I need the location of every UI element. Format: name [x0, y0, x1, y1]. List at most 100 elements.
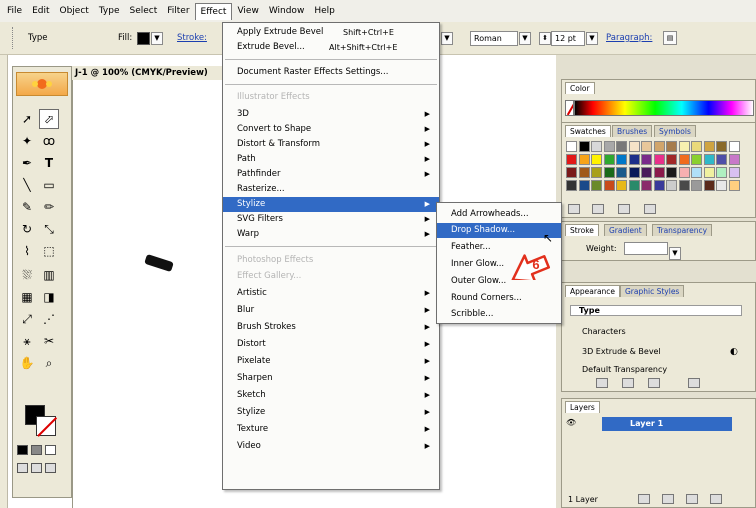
swatch[interactable] — [628, 180, 640, 191]
swatch[interactable] — [591, 154, 602, 165]
blend-tool-icon[interactable]: ⋰ — [39, 309, 59, 329]
swatch[interactable] — [566, 180, 577, 191]
swatch[interactable] — [641, 141, 652, 152]
pen-tool-icon[interactable]: ✒ — [17, 153, 37, 173]
line-tool-icon[interactable]: ╲ — [17, 175, 37, 195]
type-tool-icon[interactable]: T — [39, 153, 59, 173]
swatch[interactable] — [628, 167, 640, 178]
swatch[interactable] — [703, 141, 715, 152]
mesh-tool-icon[interactable]: ▦ — [17, 287, 37, 307]
menu-item-warp[interactable]: Warp ▶ — [223, 227, 439, 242]
magic-wand-icon[interactable]: ✦ — [17, 131, 37, 151]
swatch[interactable] — [666, 167, 677, 178]
menu-item-stylize[interactable]: Stylize ▶ — [223, 197, 439, 212]
align-button[interactable]: ▤ — [662, 30, 677, 46]
stepper-icon[interactable]: ⬍ — [539, 31, 551, 45]
swatch[interactable] — [728, 141, 740, 152]
swatch[interactable] — [703, 180, 715, 191]
swatch[interactable] — [678, 167, 690, 178]
appearance-row-characters[interactable]: Characters — [582, 327, 626, 336]
appearance-row-default-transparency[interactable]: Default Transparency — [582, 365, 667, 374]
tab-brushes[interactable]: Brushes — [612, 125, 653, 137]
screen-mode-full-menu[interactable] — [31, 463, 42, 473]
menu-window[interactable]: Window — [264, 3, 310, 19]
tab-color[interactable]: Color — [565, 82, 595, 94]
swatch[interactable] — [653, 180, 665, 191]
swatch[interactable] — [703, 167, 715, 178]
menu-edit[interactable]: Edit — [27, 3, 54, 19]
menu-type[interactable]: Type — [94, 3, 125, 19]
swatch[interactable] — [728, 167, 740, 178]
swatch[interactable] — [716, 154, 727, 165]
menu-item-blur[interactable]: Blur ▶ — [223, 303, 439, 318]
chevron-down-icon[interactable]: ▼ — [151, 31, 163, 45]
control-bar-grip[interactable] — [12, 27, 15, 49]
chevron-down-icon[interactable]: ▼ — [586, 31, 598, 45]
none-mode-button[interactable] — [45, 445, 56, 455]
swatch[interactable] — [728, 180, 740, 191]
appearance-row-3d-extrude[interactable]: 3D Extrude & Bevel — [582, 347, 661, 356]
swatch-kinds-button[interactable] — [568, 204, 580, 214]
menu-item-sharpen[interactable]: Sharpen ▶ — [223, 371, 439, 386]
menu-item-convert-to-shape[interactable]: Convert to Shape ▶ — [223, 122, 439, 137]
tab-appearance[interactable]: Appearance — [565, 285, 621, 297]
tab-swatches[interactable]: Swatches — [565, 125, 611, 137]
submenu-item-scribble[interactable]: Scribble... — [437, 307, 561, 322]
swatch[interactable] — [566, 167, 577, 178]
menu-item-texture[interactable]: Texture ▶ — [223, 422, 439, 437]
menu-item-sketch[interactable]: Sketch ▶ — [223, 388, 439, 403]
scale-tool-icon[interactable]: ⤡ — [39, 219, 59, 239]
color-mode-button[interactable] — [17, 445, 28, 455]
menu-select[interactable]: Select — [124, 3, 162, 19]
chevron-down-icon[interactable]: ▼ — [669, 246, 681, 260]
new-layer-button[interactable] — [686, 494, 698, 504]
menu-view[interactable]: View — [232, 3, 263, 19]
make-clip-mask-button[interactable] — [638, 494, 650, 504]
swatch[interactable] — [578, 167, 590, 178]
tab-stroke[interactable]: Stroke — [565, 224, 599, 236]
swatch[interactable] — [616, 141, 627, 152]
new-swatch-button[interactable] — [618, 204, 630, 214]
swatch[interactable] — [641, 167, 652, 178]
layer-row[interactable]: Layer 1 — [602, 417, 732, 431]
swatch[interactable] — [578, 154, 590, 165]
swatch[interactable] — [566, 154, 577, 165]
swatch[interactable] — [591, 167, 602, 178]
pencil-tool-icon[interactable]: ✏ — [39, 197, 59, 217]
swatch[interactable] — [603, 141, 615, 152]
weight-field[interactable]: ▼ — [624, 242, 681, 260]
swatch[interactable] — [603, 167, 615, 178]
swatch[interactable] — [716, 180, 727, 191]
fill-swatch[interactable]: ▼ — [137, 30, 163, 46]
swatch[interactable] — [678, 154, 690, 165]
delete-item-button[interactable] — [688, 378, 700, 388]
color-spectrum[interactable] — [574, 100, 754, 116]
font-family-dropdown[interactable]: ▼ — [440, 30, 453, 46]
slice-tool-icon[interactable]: ⚹ — [17, 331, 37, 351]
swatch[interactable] — [641, 180, 652, 191]
menu-object[interactable]: Object — [55, 3, 94, 19]
swatch[interactable] — [603, 154, 615, 165]
direct-selection-tool-icon[interactable]: ⬀ — [39, 109, 59, 129]
swatch[interactable] — [703, 154, 715, 165]
stroke-link[interactable]: Stroke: — [177, 30, 207, 46]
gradient-mode-button[interactable] — [31, 445, 42, 455]
font-size-field[interactable]: ⬍ 12 pt ▼ — [538, 30, 598, 46]
gradient-tool-icon[interactable]: ◨ — [39, 287, 59, 307]
submenu-item-round-corners[interactable]: Round Corners... — [437, 291, 561, 306]
menu-effect[interactable]: Effect — [194, 2, 233, 20]
menu-item-artistic[interactable]: Artistic ▶ — [223, 286, 439, 301]
swatch[interactable] — [666, 180, 677, 191]
swatch[interactable] — [678, 141, 690, 152]
scissors-tool-icon[interactable]: ✂ — [39, 331, 59, 351]
menu-help[interactable]: Help — [309, 3, 340, 19]
free-transform-icon[interactable]: ⬚ — [39, 241, 59, 261]
clear-appearance-button[interactable] — [596, 378, 608, 388]
swatch[interactable] — [591, 180, 602, 191]
swatch[interactable] — [616, 180, 627, 191]
swatch[interactable] — [666, 141, 677, 152]
menu-item-rasterize[interactable]: Rasterize... — [223, 182, 439, 197]
swatch[interactable] — [666, 154, 677, 165]
swatch[interactable] — [691, 154, 702, 165]
menu-item-svg-filters[interactable]: SVG Filters ▶ — [223, 212, 439, 227]
